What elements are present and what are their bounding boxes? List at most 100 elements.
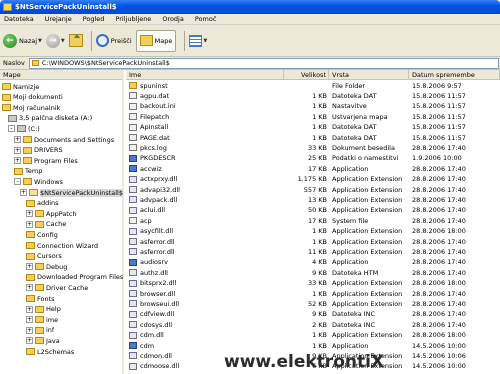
collapse-icon[interactable]: - — [14, 178, 21, 186]
search-button[interactable]: Preišči — [95, 30, 132, 52]
file-row[interactable]: cdm 1 KB Application 14.5.2006 10:00 — [126, 341, 500, 350]
tree-item[interactable]: Moji dokumenti — [2, 93, 63, 102]
menu-help[interactable]: Pomoč — [195, 15, 217, 23]
file-row[interactable]: cdosys.dll 2 KB Datoteka INC 28.8.2006 17:4… — [126, 320, 500, 329]
tree-item[interactable]: + Java — [26, 336, 60, 345]
back-arrow-icon: ← — [3, 33, 17, 48]
column-header-size[interactable]: Velikost — [284, 70, 329, 80]
tree-item[interactable]: + Help — [26, 305, 61, 314]
file-size: 33 KB — [307, 143, 327, 152]
file-row[interactable]: cdfview.dll 9 KB Datoteka INC 28.8.2006 17:… — [126, 310, 500, 319]
folder-icon — [23, 136, 32, 143]
file-name: asycfilt.dll — [140, 227, 174, 236]
menu-tools[interactable]: Orodja — [162, 15, 184, 23]
file-row[interactable]: authz.dll 9 KB Datoteka HTM 28.8.2006 17:40 — [126, 268, 500, 277]
expand-icon[interactable]: + — [14, 136, 21, 143]
file-row[interactable]: backout.ini 1 KB Nastavitve 15.8.2006 11:57 — [126, 102, 500, 111]
tree-item[interactable]: Cursors — [26, 252, 62, 261]
file-row[interactable]: asferror.dll 1 KB Application Extension 28.… — [126, 237, 500, 246]
expand-icon[interactable]: + — [26, 263, 33, 271]
column-header-date[interactable]: Datum spremembe — [409, 70, 500, 80]
tree-item[interactable]: + inf — [26, 326, 54, 335]
file-row[interactable]: aclui.dll 50 KB Application Extension 28.8.… — [126, 206, 500, 215]
tree-item[interactable]: Fonts — [26, 294, 55, 303]
tree-item-label: Cursors — [37, 252, 62, 261]
tree-item[interactable]: + Debug — [26, 262, 67, 271]
tree-item[interactable]: Moj računalnik — [2, 103, 60, 112]
chevron-down-icon[interactable]: ▼ — [38, 38, 42, 44]
tree-item[interactable]: - Windows — [14, 177, 63, 186]
expand-icon[interactable]: + — [26, 316, 33, 324]
file-row[interactable]: spuninst File Folder 15.8.2006 9:57 — [126, 81, 500, 90]
file-row[interactable]: asycfilt.dll 1 KB Application Extension 28.… — [126, 227, 500, 236]
file-size: 4 KB — [312, 258, 327, 267]
file-row[interactable]: acp 17 KB System file 28.8.2006 17:40 — [126, 216, 500, 225]
folders-button[interactable]: Mape — [135, 29, 177, 52]
file-row[interactable]: cdm.dll 1 KB Application Extension 28.8.200… — [126, 331, 500, 340]
title-bar[interactable]: $NtServicePackUninstall$ — [0, 0, 500, 14]
file-row[interactable]: PKGDESCR 25 KB Podatki o namestitvi 1.9.200… — [126, 154, 500, 163]
file-row[interactable]: audiosrv 4 KB Application 28.8.2006 17:40 — [126, 258, 500, 267]
expand-icon[interactable]: + — [26, 337, 33, 345]
tree-item[interactable]: + AppPatch — [26, 209, 77, 218]
expand-icon[interactable]: + — [20, 189, 27, 196]
file-row[interactable]: agpu.dat 1 KB Datoteka DAT 15.8.2006 11:57 — [126, 91, 500, 100]
file-row[interactable]: bitsprx2.dll 33 KB Application Extension 28… — [126, 279, 500, 288]
address-input[interactable]: C:\WINDOWS\$NtServicePackUninstall$ — [28, 57, 499, 69]
tree-item[interactable]: - (C:) — [8, 124, 40, 133]
collapse-icon[interactable]: - — [8, 125, 15, 133]
tree-item[interactable]: + $NtServicePackUninstall$ — [20, 188, 123, 197]
expand-icon[interactable]: + — [26, 284, 33, 292]
expand-icon[interactable]: + — [26, 220, 33, 228]
tree-item[interactable]: addins — [26, 199, 59, 208]
menu-edit[interactable]: Urejanje — [45, 15, 72, 23]
chevron-down-icon[interactable]: ▼ — [203, 38, 207, 44]
menu-file[interactable]: Datoteka — [4, 15, 34, 23]
file-row[interactable]: PAGE.dat 1 KB Datoteka DAT 15.8.2006 11:57 — [126, 133, 500, 142]
expand-icon[interactable]: + — [26, 210, 33, 218]
expand-icon[interactable]: + — [26, 305, 33, 313]
file-icon — [129, 217, 137, 225]
tree-item[interactable]: Config — [26, 230, 58, 239]
back-button[interactable]: ← Nazaj ▼ — [3, 30, 42, 52]
column-header-type[interactable]: Vrsta — [329, 70, 409, 80]
file-row[interactable]: advpack.dll 13 KB Application Extension 28.… — [126, 195, 500, 204]
tree-item[interactable]: 3,5 palčna disketa (A:) — [8, 114, 92, 123]
tree-item[interactable]: + Program Files — [14, 156, 78, 165]
address-bar: Naslov C:\WINDOWS\$NtServicePackUninstal… — [0, 57, 500, 70]
expand-icon[interactable]: + — [26, 326, 33, 334]
column-header-name[interactable]: Ime — [126, 70, 284, 80]
dll-file-icon — [129, 269, 137, 277]
tree-item[interactable]: Downloaded Program Files — [26, 273, 123, 282]
file-name-cell: asferror.dll — [129, 247, 281, 256]
tree-item[interactable]: + ime — [26, 315, 58, 324]
menu-view[interactable]: Pogled — [83, 15, 105, 23]
tree-item[interactable]: Temp — [14, 167, 42, 176]
tree-item[interactable]: Namizje — [2, 82, 39, 91]
file-row[interactable]: actxprxy.dll 1.175 KB Application Extensio… — [126, 175, 500, 184]
file-type: Podatki o namestitvi — [332, 154, 399, 163]
tree-item[interactable]: L2Schemas — [26, 347, 74, 356]
column-name-label: Ime — [129, 70, 142, 79]
tree-item[interactable]: + DRIVERS — [14, 146, 63, 155]
expand-icon[interactable]: + — [14, 157, 21, 165]
file-row[interactable]: ApInstall 1 KB Datoteka DAT 15.8.2006 11:57 — [126, 123, 500, 132]
tree-item[interactable]: + Cache — [26, 220, 66, 229]
expand-icon[interactable]: + — [14, 146, 21, 154]
tree-item[interactable]: + Documents and Settings — [14, 135, 114, 144]
file-row[interactable]: asferror.dll 11 KB Application Extension 28… — [126, 247, 500, 256]
file-row[interactable]: accwiz 17 KB Application 28.8.2006 17:40 — [126, 164, 500, 173]
forward-button[interactable]: → ▼ — [45, 30, 65, 52]
file-row[interactable]: Filepatch 1 KB Ustvarjena mapa 15.8.2006 11… — [126, 112, 500, 121]
chevron-down-icon[interactable]: ▼ — [61, 38, 65, 44]
tree-item[interactable]: + Driver Cache — [26, 283, 88, 292]
explorer-window: $NtServicePackUninstall$ Datoteka Urejan… — [0, 0, 500, 374]
file-row[interactable]: browseui.dll 52 KB Application Extension 28… — [126, 299, 500, 308]
file-row[interactable]: browser.dll 1 KB Application Extension 28.8… — [126, 289, 500, 298]
menu-favorites[interactable]: Priljubljene — [115, 15, 151, 23]
views-button[interactable]: ▼ — [189, 30, 207, 52]
up-button[interactable] — [68, 30, 83, 52]
tree-item[interactable]: Connection Wizard — [26, 241, 98, 250]
file-row[interactable]: pkcs.log 33 KB Dokument besedila 28.8.2006 … — [126, 143, 500, 152]
file-row[interactable]: advapi32.dll 557 KB Application Extension 2… — [126, 185, 500, 194]
